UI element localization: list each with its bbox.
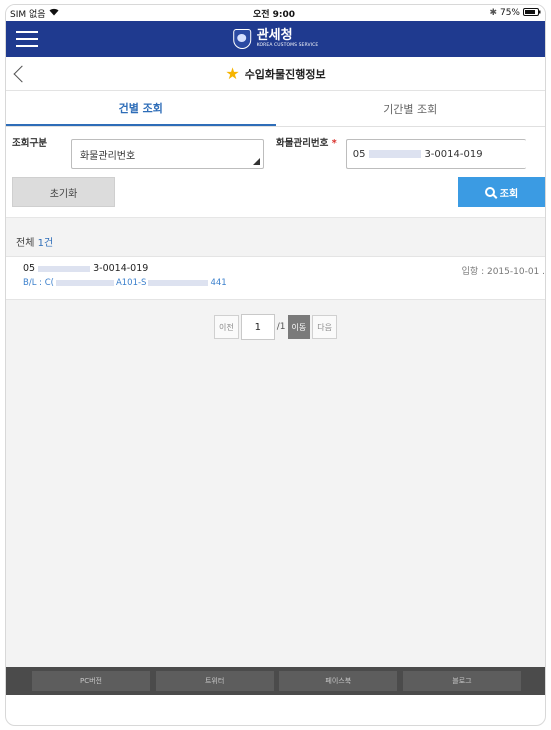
redaction-mask	[148, 280, 209, 286]
search-button-label: 조회	[499, 188, 519, 200]
menu-icon[interactable]	[16, 31, 38, 47]
carrier-text: SIM 없음	[10, 9, 46, 20]
query-type-label: 조회구분	[12, 138, 47, 149]
search-button[interactable]: 조회	[458, 177, 545, 207]
brand-subtitle: KOREA CUSTOMS SERVICE	[256, 43, 319, 49]
cargo-number-input[interactable]: 05 3-0014-019	[345, 139, 526, 169]
total-count: 전체 1건	[6, 218, 545, 256]
device-frame: SIM 없음 오전 9:00 ✱ 75% 관세청 KOREA CUSTOMS S…	[5, 4, 546, 726]
list-item[interactable]: 05 3-0014-019 B/L : C( A101-S 441 입항 : 2…	[6, 256, 545, 300]
required-mark: *	[331, 138, 337, 149]
status-right: ✱ 75%	[489, 7, 541, 19]
brand-logo[interactable]: 관세청 KOREA CUSTOMS SERVICE	[232, 29, 319, 49]
cargo-number-label-text: 화물관리번호	[275, 138, 329, 149]
result-bl-mid: A101-S	[115, 278, 147, 288]
select-arrow-icon	[252, 158, 260, 165]
go-page-button[interactable]: 이동	[287, 315, 311, 339]
cargo-number-suffix: 3-0014-019	[424, 148, 483, 160]
back-icon[interactable]	[13, 65, 31, 82]
tab-bar: 건별 조회 기간별 조회	[6, 91, 545, 127]
reset-button[interactable]: 초기화	[12, 177, 115, 207]
result-arrival-date: 입항 : 2015-10-01 .	[461, 267, 545, 277]
next-page-button[interactable]: 다음	[312, 315, 337, 339]
query-type-value: 화물관리번호	[79, 150, 136, 162]
page-header: ★ 수입화물진행정보	[6, 57, 545, 91]
app-header: 관세청 KOREA CUSTOMS SERVICE	[6, 21, 545, 57]
page-title-text: 수입화물진행정보	[244, 67, 326, 81]
pagination: 이전 1 /1 이동 다음	[6, 314, 545, 340]
footer-blog[interactable]: 블로그	[402, 671, 521, 691]
query-type-select[interactable]: 화물관리번호	[70, 139, 264, 169]
result-bl-suffix: 441	[210, 278, 227, 288]
tab-period-query[interactable]: 기간별 조회	[276, 91, 546, 126]
status-left: SIM 없음	[10, 7, 59, 20]
result-no-suffix: 3-0014-019	[93, 263, 149, 274]
status-bar: SIM 없음 오전 9:00 ✱ 75%	[6, 5, 545, 21]
tab-single-query[interactable]: 건별 조회	[6, 91, 276, 126]
star-icon: ★	[225, 63, 240, 83]
brand-title: 관세청	[256, 28, 293, 44]
redaction-mask	[55, 280, 114, 286]
footer-twitter[interactable]: 트위터	[155, 671, 274, 691]
results-area: 전체 1건 05 3-0014-019 B/L : C( A101-S 441 …	[6, 218, 545, 695]
page-title: ★ 수입화물진행정보	[225, 63, 326, 83]
redaction-mask	[369, 150, 422, 158]
battery-text: 75%	[499, 8, 520, 18]
bluetooth-icon: ✱	[489, 8, 497, 18]
result-bl-number: B/L : C( A101-S 441	[23, 278, 545, 288]
page-number-input[interactable]: 1	[240, 314, 275, 340]
page-total: /1	[276, 322, 286, 332]
customs-emblem-icon	[232, 29, 251, 49]
footer-bar: PC버전 트위터 페이스북 블로그	[6, 667, 545, 695]
status-time: 오전 9:00	[252, 9, 296, 20]
search-icon	[484, 187, 495, 197]
footer-facebook[interactable]: 페이스북	[279, 671, 398, 691]
wifi-icon	[49, 8, 59, 19]
redaction-mask	[38, 265, 91, 272]
prev-page-button[interactable]: 이전	[214, 315, 239, 339]
total-count-value: 1건	[37, 238, 54, 249]
brand-text: 관세청 KOREA CUSTOMS SERVICE	[257, 29, 319, 49]
cargo-number-label: 화물관리번호 *	[276, 135, 337, 149]
search-form: 조회구분 화물관리번호 화물관리번호 * 05 3-0014-019 초기화 조…	[6, 127, 545, 218]
battery-icon	[523, 7, 541, 19]
cargo-number-prefix: 05	[352, 148, 366, 160]
footer-pc-version[interactable]: PC버전	[32, 671, 150, 691]
result-no-prefix: 05	[23, 263, 36, 274]
total-prefix: 전체	[16, 238, 38, 249]
result-bl-prefix: B/L : C(	[23, 278, 54, 288]
